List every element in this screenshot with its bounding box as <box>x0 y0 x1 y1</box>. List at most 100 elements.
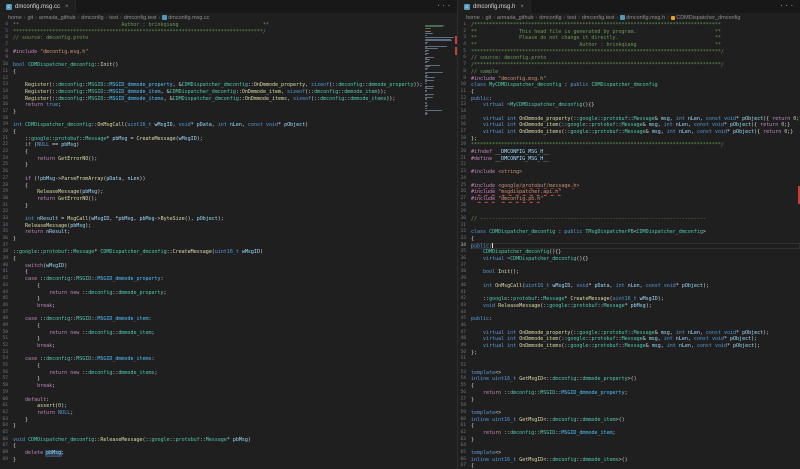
code-line[interactable]: 50 return new ::dmconfig::dmmode_item; <box>0 330 423 337</box>
code-line[interactable]: 53template<> <box>458 370 800 377</box>
line-number[interactable]: 33 <box>0 216 13 223</box>
code-line[interactable]: 12 <box>0 76 423 83</box>
line-number[interactable]: 65 <box>458 450 471 457</box>
line-number[interactable]: 59 <box>458 410 471 417</box>
code-line[interactable]: 20{ <box>0 129 423 136</box>
line-number[interactable]: 55 <box>0 363 13 370</box>
line-number[interactable]: 59 <box>0 390 13 397</box>
code-line[interactable]: 19int CDMDispatcher_dmconfig::OnMsgCall(… <box>0 122 423 129</box>
code-line[interactable]: 67{ <box>458 463 800 469</box>
code-line[interactable]: 9#include "dmconfig.msg.h" <box>458 76 800 83</box>
code-line[interactable]: 18}; <box>458 136 800 143</box>
close-tab-icon[interactable]: × <box>65 4 69 10</box>
line-number[interactable]: 24 <box>458 176 471 183</box>
breadcrumb-item[interactable]: git <box>27 15 33 21</box>
code-line[interactable]: 17} <box>0 109 423 116</box>
line-number[interactable]: 45 <box>0 296 13 303</box>
breadcrumb-item[interactable]: dmconfig.test <box>124 15 157 21</box>
code-line[interactable]: 55 { <box>0 363 423 370</box>
code-line[interactable]: 29 <box>458 209 800 216</box>
code-line[interactable]: 59template<> <box>458 410 800 417</box>
code-line[interactable]: 60inline uint16_t GetMsgID<::dmconfig::d… <box>458 417 800 424</box>
code-line[interactable]: 22 <box>458 162 800 169</box>
line-number[interactable]: 1 <box>458 22 471 29</box>
line-number[interactable]: 58 <box>458 403 471 410</box>
code-line[interactable]: 62 return NULL; <box>0 410 423 417</box>
line-number[interactable]: 40 <box>458 283 471 290</box>
code-line[interactable]: 56 return new ::dmconfig::dmmode_items; <box>0 370 423 377</box>
close-tab-icon[interactable]: × <box>520 4 524 10</box>
line-number[interactable]: 14 <box>458 109 471 116</box>
code-line[interactable]: 53 <box>0 350 423 357</box>
code-line[interactable]: 42 ::google::protobuf::Message* CreateMe… <box>458 296 800 303</box>
code-editor-right[interactable]: 1/**************************************… <box>458 22 800 469</box>
line-number[interactable]: 10 <box>458 82 471 89</box>
breadcrumb-item[interactable]: home <box>8 15 22 21</box>
line-number[interactable]: 58 <box>0 383 13 390</box>
code-line[interactable]: 43 { <box>0 283 423 290</box>
line-number[interactable]: 32 <box>458 229 471 236</box>
code-line[interactable]: 8// sample <box>458 69 800 76</box>
line-number[interactable]: 46 <box>458 323 471 330</box>
breadcrumb-item[interactable]: CDMDispatcher_dmconfig <box>671 15 741 21</box>
code-line[interactable]: 5***************************************… <box>458 49 800 56</box>
line-number[interactable]: 56 <box>458 390 471 397</box>
code-line[interactable]: 13 Register(::dmconfig::MSGID::MSGID_dmm… <box>0 82 423 89</box>
code-line[interactable]: 63 } <box>0 417 423 424</box>
line-number[interactable]: 62 <box>458 430 471 437</box>
code-line[interactable]: 64 <box>458 443 800 450</box>
code-line[interactable]: 36} <box>0 236 423 243</box>
code-line[interactable]: 16 return true; <box>0 102 423 109</box>
code-line[interactable]: 26#include "msgdispatcher.api.h" <box>458 189 800 196</box>
code-line[interactable]: 34public: <box>458 243 800 250</box>
code-line[interactable]: 7/**************************************… <box>458 62 800 69</box>
breadcrumb-item[interactable]: armada_github <box>497 15 534 21</box>
code-line[interactable]: 17 virtual int OnDmmode_items(::google::… <box>458 129 800 136</box>
line-number[interactable]: 32 <box>0 209 13 216</box>
code-line[interactable]: 40 switch(wMsgID) <box>0 263 423 270</box>
code-line[interactable]: 39 <box>458 276 800 283</box>
code-line[interactable]: 25 } <box>0 162 423 169</box>
code-line[interactable]: 18 <box>0 116 423 123</box>
code-line[interactable]: 31 <box>458 223 800 230</box>
code-line[interactable]: 54inline uint16_t GetMsgID<::dmconfig::d… <box>458 376 800 383</box>
code-line[interactable]: 12public: <box>458 96 800 103</box>
line-number[interactable]: 27 <box>0 176 13 183</box>
line-number[interactable]: 64 <box>0 423 13 430</box>
code-line[interactable]: 65 <box>0 430 423 437</box>
code-line[interactable]: 24 return GetErrorNO(); <box>0 156 423 163</box>
line-number[interactable]: 43 <box>0 283 13 290</box>
code-line[interactable]: 54 case ::dmconfig::MSGID::MSGID_dmmode_… <box>0 356 423 363</box>
line-number[interactable]: 52 <box>0 343 13 350</box>
line-number[interactable]: 30 <box>0 196 13 203</box>
line-number[interactable]: 33 <box>458 236 471 243</box>
code-line[interactable]: 19**************************************… <box>458 142 800 149</box>
line-number[interactable]: 68 <box>0 450 13 457</box>
code-line[interactable]: 3** Please do not change it directly. ** <box>458 35 800 42</box>
tab-dmconfig-msg-h[interactable]: C dmconfig.msg.h × <box>458 0 531 13</box>
line-number[interactable]: 13 <box>458 102 471 109</box>
code-line[interactable]: 47 virtual int OnDmmode_property(::googl… <box>458 330 800 337</box>
line-number[interactable]: 49 <box>0 323 13 330</box>
editor-actions-button[interactable]: ··· <box>431 0 457 13</box>
code-line[interactable]: 14 Register(::dmconfig::MSGID::MSGID_dmm… <box>0 89 423 96</box>
code-line[interactable]: 27 if (!pbMsg->ParseFromArray(pData, nLe… <box>0 176 423 183</box>
line-number[interactable]: 26 <box>0 169 13 176</box>
code-line[interactable]: 52 <box>458 363 800 370</box>
code-line[interactable]: 35 return nResult; <box>0 229 423 236</box>
line-number[interactable]: 61 <box>0 403 13 410</box>
code-line[interactable]: 7 <box>0 42 423 49</box>
code-line[interactable]: 51 <box>458 356 800 363</box>
code-line[interactable]: 63} <box>458 437 800 444</box>
code-line[interactable]: 23 { <box>0 149 423 156</box>
line-number[interactable]: 46 <box>0 303 13 310</box>
code-line[interactable]: 8#include "dmconfig.msg.h" <box>0 49 423 56</box>
code-line[interactable]: 50}; <box>458 350 800 357</box>
code-line[interactable]: 62 return ::dmconfig::MSGID::MSGID_dmmod… <box>458 430 800 437</box>
line-number[interactable]: 36 <box>0 236 13 243</box>
code-line[interactable]: 48 case ::dmconfig::MSGID::MSGID_dmmode_… <box>0 316 423 323</box>
code-line[interactable]: 36 virtual ~CDMDispatcher_dmconfig(){} <box>458 256 800 263</box>
code-line[interactable]: 55{ <box>458 383 800 390</box>
code-line[interactable]: 66void CDMDispatcher_dmconfig::ReleaseMe… <box>0 437 423 444</box>
line-number[interactable]: 45 <box>458 316 471 323</box>
